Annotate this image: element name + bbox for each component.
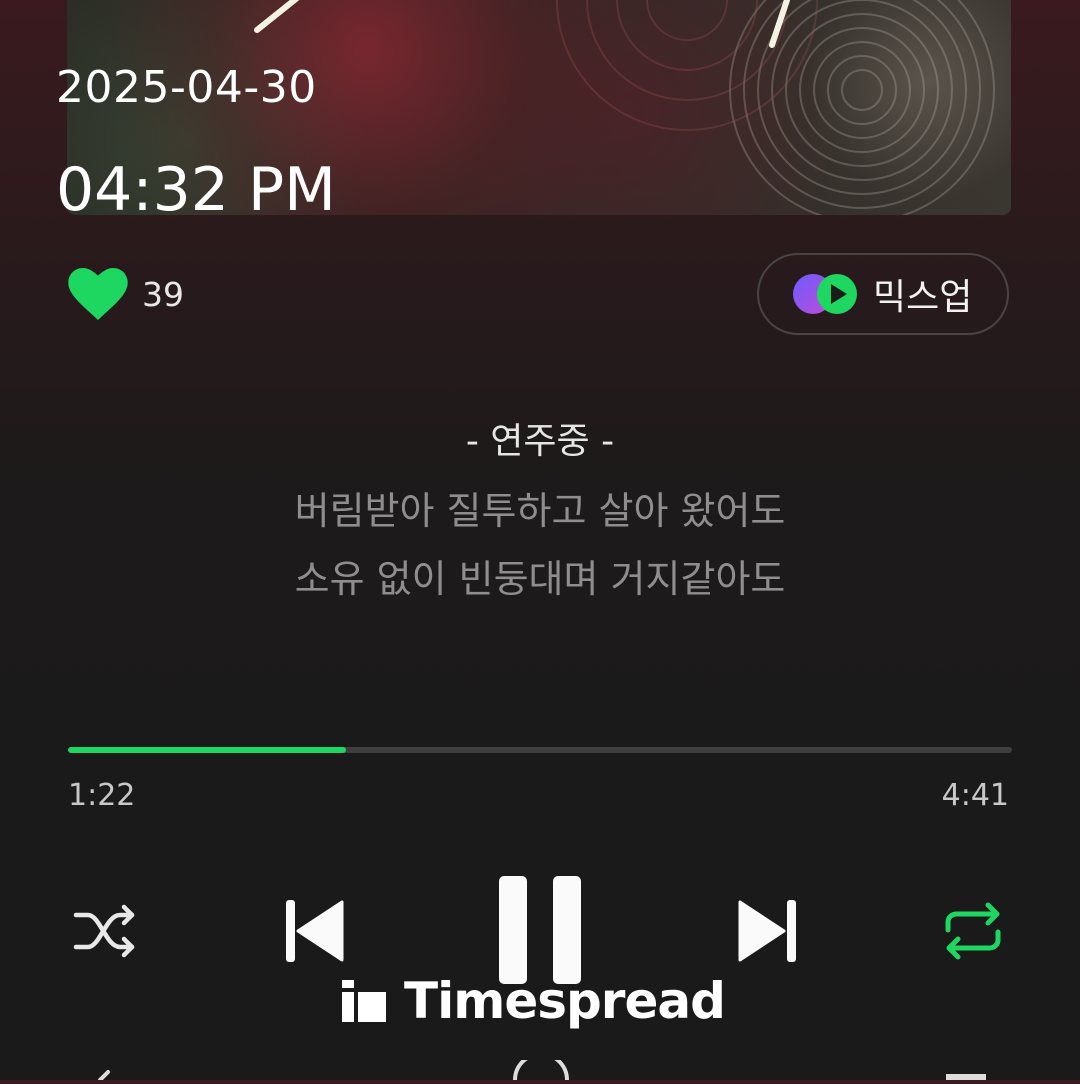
repeat-button[interactable] bbox=[940, 900, 1006, 966]
system-navbar bbox=[0, 1052, 1080, 1082]
timespread-logo-icon bbox=[342, 980, 386, 1022]
like-button[interactable]: 39 bbox=[68, 268, 184, 320]
lyrics-line[interactable]: 소유 없이 빈둥대며 거지같아도 bbox=[0, 548, 1080, 603]
mixup-label: 믹스업 bbox=[873, 277, 973, 318]
shuffle-icon bbox=[73, 904, 135, 958]
mixup-icon bbox=[793, 274, 857, 314]
previous-button[interactable] bbox=[284, 898, 344, 968]
navbar-partial-icons bbox=[98, 1052, 986, 1082]
watermark: Timespread bbox=[340, 972, 726, 1030]
shuffle-button[interactable] bbox=[72, 903, 138, 963]
total-time: 4:41 bbox=[941, 778, 1009, 813]
mixup-button[interactable]: 믹스업 bbox=[757, 253, 1009, 335]
lyrics-status: - 연주중 - bbox=[465, 421, 615, 462]
watermark-text: Timespread bbox=[404, 972, 726, 1030]
pause-icon bbox=[499, 876, 581, 984]
lyrics-line[interactable]: 버림받아 질투하고 살아 왔어도 bbox=[0, 480, 1080, 535]
heart-icon bbox=[68, 268, 128, 320]
home-icon bbox=[513, 1052, 569, 1081]
back-icon bbox=[98, 1070, 110, 1082]
skip-next-icon bbox=[738, 900, 796, 962]
elapsed-time: 1:22 bbox=[68, 778, 136, 813]
status-date: 2025-04-30 bbox=[56, 62, 317, 113]
recents-icon bbox=[946, 1074, 986, 1080]
repeat-icon bbox=[945, 902, 1001, 960]
progress-fill bbox=[68, 747, 347, 753]
next-button[interactable] bbox=[738, 898, 798, 968]
progress-bar[interactable] bbox=[68, 747, 1012, 753]
skip-previous-icon bbox=[286, 900, 344, 962]
like-count: 39 bbox=[142, 274, 184, 314]
status-time: 04:32 PM bbox=[56, 155, 336, 225]
